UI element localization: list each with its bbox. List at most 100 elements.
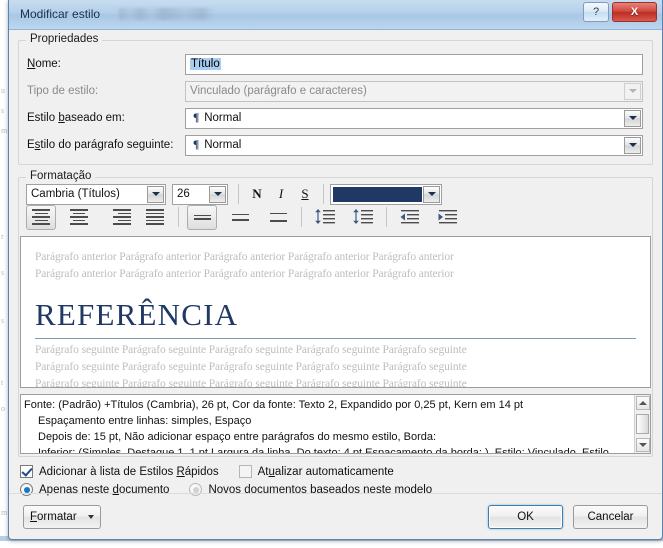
toolbar-divider xyxy=(323,184,324,204)
formatting-legend: Formatação xyxy=(26,170,96,182)
description-line: Fonte: (Padrão) +Títulos (Cambria), 26 p… xyxy=(24,399,524,411)
window-title: Modificar estilo xyxy=(20,7,101,21)
bold-label: N xyxy=(252,186,262,201)
background-text-line: o xyxy=(1,404,5,413)
close-button[interactable]: X xyxy=(612,2,657,22)
increase-indent-button[interactable] xyxy=(433,205,463,230)
align-justify-button[interactable] xyxy=(140,205,170,230)
font-color-picker[interactable] xyxy=(330,183,442,205)
chevron-down-icon xyxy=(88,514,94,519)
italic-label: I xyxy=(278,186,284,201)
scrollbar-thumb[interactable] xyxy=(636,414,649,434)
paragraph-toolbar xyxy=(19,202,652,232)
font-size-select[interactable]: 26 xyxy=(172,183,228,205)
style-type-value: Vinculado (parágrafo e caracteres) xyxy=(190,85,367,97)
checkbox-icon[interactable] xyxy=(20,465,33,478)
chevron-down-icon[interactable] xyxy=(624,136,641,154)
scroll-down-icon[interactable] xyxy=(635,438,650,452)
preview-heading-bottom-border xyxy=(35,338,636,339)
preview-next-paragraph: Parágrafo seguinte Parágrafo seguinte Pa… xyxy=(35,361,467,373)
add-to-quick-styles-option[interactable]: Adicionar à lista de Estilos Rápidos xyxy=(20,465,219,478)
decrease-space-before-button[interactable] xyxy=(310,205,340,230)
align-center-button[interactable] xyxy=(64,205,94,230)
auto-update-label: Atualizar automaticamente xyxy=(257,465,394,478)
font-size-value: 26 xyxy=(177,188,190,200)
format-button-label: Formatar xyxy=(30,510,77,523)
bold-button[interactable]: N xyxy=(245,183,269,206)
style-description-text: Fonte: (Padrão) +Títulos (Cambria), 26 p… xyxy=(21,395,634,453)
title-bar: Modificar estilo ? X xyxy=(9,0,662,30)
line-spacing-double-button[interactable] xyxy=(263,205,293,230)
name-input[interactable]: Título xyxy=(185,53,643,75)
preview-next-paragraph: Parágrafo seguinte Parágrafo seguinte Pa… xyxy=(35,378,467,388)
based-on-row: Estilo baseado em: ¶ Normal xyxy=(19,107,646,129)
toolbar-divider xyxy=(238,184,239,204)
next-style-select[interactable]: ¶ Normal xyxy=(185,134,643,156)
font-family-value: Cambria (Títulos) xyxy=(31,188,120,200)
options-row-checkboxes: Adicionar à lista de Estilos Rápidos Atu… xyxy=(18,465,653,478)
font-toolbar: Cambria (Títulos) 26 N I S xyxy=(19,178,652,205)
help-button[interactable]: ? xyxy=(583,2,609,22)
title-bar-blurred-text xyxy=(119,8,214,20)
background-text-line: t xyxy=(1,378,4,387)
background-text-line: s xyxy=(1,316,4,325)
preview-next-paragraph: Parágrafo seguinte Parágrafo seguinte Pa… xyxy=(35,344,467,356)
decrease-indent-button[interactable] xyxy=(395,205,425,230)
description-scrollbar[interactable] xyxy=(634,395,650,453)
next-style-label: Estilo do parágrafo seguinte: xyxy=(27,139,174,151)
add-to-quick-styles-label: Adicionar à lista de Estilos Rápidos xyxy=(39,465,219,478)
ok-button[interactable]: OK xyxy=(488,504,563,529)
preview-heading-text: REFERÊNCIA xyxy=(35,297,239,332)
formatting-group: Formatação Cambria (Títulos) 26 N I S Pa… xyxy=(18,170,653,457)
toolbar-divider xyxy=(301,207,302,227)
description-line: Depois de: 15 pt, Não adicionar espaço e… xyxy=(38,431,437,443)
style-preview: Parágrafo anterior Parágrafo anterior Pa… xyxy=(20,236,651,388)
next-style-value: Normal xyxy=(204,139,242,151)
preview-previous-paragraph: Parágrafo anterior Parágrafo anterior Pa… xyxy=(35,268,454,280)
pilcrow-icon: ¶ xyxy=(193,139,200,151)
description-line: Espaçamento entre linhas: simples, Espaç… xyxy=(38,415,252,427)
chevron-down-icon[interactable] xyxy=(147,185,164,203)
name-row: Nome: Título xyxy=(19,53,646,75)
underline-label: S xyxy=(301,186,309,201)
based-on-select[interactable]: ¶ Normal xyxy=(185,107,643,129)
based-on-value: Normal xyxy=(204,112,242,124)
preview-previous-paragraph: Parágrafo anterior Parágrafo anterior Pa… xyxy=(35,251,454,263)
next-style-row: Estilo do parágrafo seguinte: ¶ Normal xyxy=(19,134,646,156)
chevron-down-icon[interactable] xyxy=(423,185,440,203)
format-button[interactable]: Formatar xyxy=(23,504,101,529)
background-text-line: s xyxy=(1,106,4,115)
style-type-select: Vinculado (parágrafo e caracteres) xyxy=(185,80,643,102)
description-line: Inferior: (Simples, Destaque 1, 1 pt Lar… xyxy=(38,447,609,453)
cancel-button[interactable]: Cancelar xyxy=(573,504,648,529)
chevron-down-icon[interactable] xyxy=(624,109,641,127)
scroll-up-icon[interactable] xyxy=(635,396,650,410)
increase-space-after-button[interactable] xyxy=(348,205,378,230)
line-spacing-1-5-button[interactable] xyxy=(225,205,255,230)
font-family-select[interactable]: Cambria (Títulos) xyxy=(26,183,166,205)
background-text-line: m xyxy=(1,126,8,135)
chevron-down-icon xyxy=(624,82,641,100)
style-type-label: Tipo de estilo: xyxy=(27,85,99,97)
style-type-row: Tipo de estilo: Vinculado (parágrafo e c… xyxy=(19,80,646,102)
modify-style-dialog: Modificar estilo ? X Propriedades Nome: … xyxy=(8,0,663,540)
style-description-box: Fonte: (Padrão) +Títulos (Cambria), 26 p… xyxy=(20,394,651,454)
background-text-line: m xyxy=(1,508,8,517)
underline-button[interactable]: S xyxy=(293,183,317,206)
name-input-value: Título xyxy=(190,58,221,70)
properties-legend: Propriedades xyxy=(26,33,103,45)
line-spacing-single-button[interactable] xyxy=(187,204,217,230)
toolbar-divider xyxy=(178,207,179,227)
checkbox-icon[interactable] xyxy=(238,465,252,478)
auto-update-option[interactable]: Atualizar automaticamente xyxy=(238,465,394,478)
align-left-button[interactable] xyxy=(26,204,56,230)
align-right-button[interactable] xyxy=(102,205,132,230)
properties-group: Propriedades Nome: Título Tipo de estilo… xyxy=(18,33,653,165)
italic-button[interactable]: I xyxy=(269,183,293,206)
font-color-swatch xyxy=(333,186,422,202)
pilcrow-icon: ¶ xyxy=(193,112,200,124)
chevron-down-icon[interactable] xyxy=(209,185,226,203)
background-text-line: u xyxy=(1,86,5,95)
name-label: Nome: xyxy=(27,58,61,70)
based-on-label: Estilo baseado em: xyxy=(27,112,125,124)
